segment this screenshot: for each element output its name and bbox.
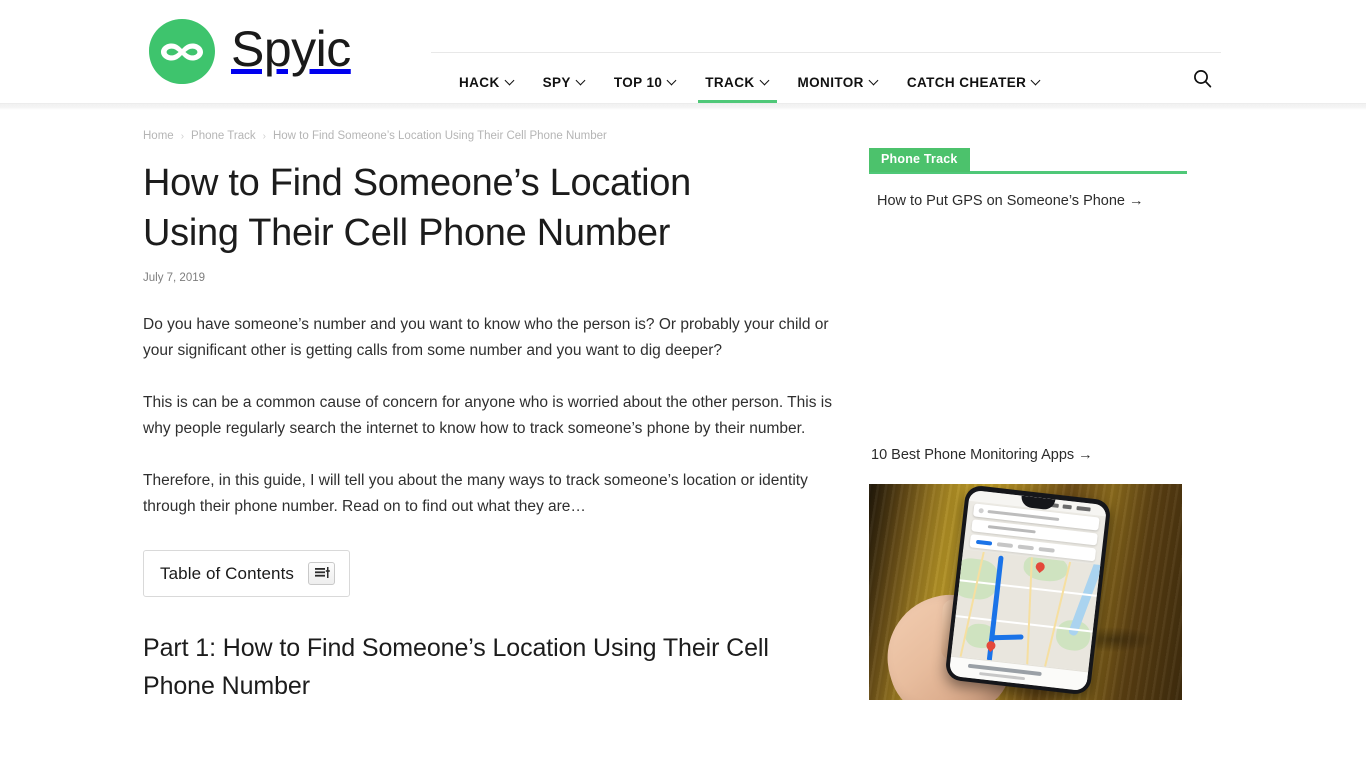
section-heading-part-1: Part 1: How to Find Someone’s Location U…: [143, 634, 769, 700]
breadcrumb: Home › Phone Track › How to Find Someone…: [143, 128, 837, 144]
chevron-down-icon: [506, 77, 515, 86]
breadcrumb-home[interactable]: Home: [143, 130, 174, 142]
main-nav: HACK SPY TOP 10 TRACK MONITOR CATCH CHEA…: [445, 62, 1055, 103]
breadcrumb-category[interactable]: Phone Track: [191, 130, 256, 142]
search-icon: [1193, 69, 1212, 93]
chevron-down-icon: [761, 77, 770, 86]
route-line: [989, 634, 1024, 641]
page-body: Home › Phone Track › How to Find Someone…: [143, 110, 1223, 705]
map-canvas: [951, 549, 1101, 672]
nav-item-label: CATCH CHEATER: [906, 74, 1027, 90]
table-of-contents-box: Table of Contents: [143, 550, 351, 597]
brand-name: Spyic: [231, 20, 351, 77]
smartphone-device: [944, 484, 1112, 696]
nav-item-label: TRACK: [705, 74, 755, 90]
page-title: How to Find Someone’s Location Using The…: [143, 162, 691, 254]
breadcrumb-separator-icon: ›: [180, 130, 185, 142]
header-right: HACK SPY TOP 10 TRACK MONITOR CATCH CHEA…: [431, 0, 1223, 103]
chevron-down-icon: [668, 77, 677, 86]
site-header: Spyic HACK SPY TOP 10 TRACK MONITOR CATC…: [0, 0, 1366, 103]
nav-item-spy[interactable]: SPY: [529, 62, 600, 103]
header-bottom-shadow: [0, 103, 1366, 110]
nav-item-hack[interactable]: HACK: [445, 62, 529, 103]
sidebar-widget-title: Phone Track: [869, 148, 970, 172]
nav-item-top-10[interactable]: TOP 10: [600, 62, 691, 103]
toc-list-toggle-icon[interactable]: [308, 562, 336, 585]
article-column: Home › Phone Track › How to Find Someone…: [143, 128, 857, 705]
publish-date: July 7, 2019: [143, 272, 206, 284]
search-button[interactable]: [1187, 66, 1217, 96]
sidebar-link-monitoring-apps[interactable]: 10 Best Phone Monitoring Apps →: [869, 444, 1187, 466]
table-of-contents-label: Table of Contents: [160, 564, 295, 583]
chevron-down-icon: [1032, 77, 1041, 86]
breadcrumb-separator-icon: ›: [262, 130, 266, 142]
sidebar: Phone Track How to Put GPS on Someone’s …: [857, 128, 1187, 700]
article-paragraph: Therefore, in this guide, I will tell yo…: [143, 472, 808, 515]
breadcrumb-current: How to Find Someone’s Location Using The…: [272, 130, 607, 142]
sidebar-link-gps[interactable]: How to Put GPS on Someone’s Phone →: [869, 174, 1187, 212]
nav-item-label: TOP 10: [613, 74, 663, 90]
chevron-down-icon: [870, 77, 879, 86]
nav-item-track[interactable]: TRACK: [691, 62, 783, 103]
article-paragraph: This is can be a common cause of concern…: [143, 394, 832, 437]
nav-item-label: SPY: [542, 74, 571, 90]
phone-screen: [948, 489, 1108, 692]
header-divider: [431, 52, 1221, 53]
sidebar-article-image[interactable]: [869, 484, 1182, 700]
nav-item-label: MONITOR: [797, 74, 864, 90]
sidebar-widget-header: Phone Track: [869, 148, 1187, 174]
article-paragraph: Do you have someone’s number and you wan…: [143, 316, 829, 359]
site-logo-link[interactable]: Spyic: [143, 9, 351, 94]
chevron-down-icon: [577, 77, 586, 86]
nav-item-monitor[interactable]: MONITOR: [784, 62, 893, 103]
sidebar-ad-slot: [869, 212, 1187, 444]
nav-item-label: HACK: [459, 74, 500, 90]
nav-item-catch-cheater[interactable]: CATCH CHEATER: [893, 62, 1055, 103]
infinity-mask-logo-icon: [143, 13, 221, 91]
header-inner: Spyic HACK SPY TOP 10 TRACK MONITOR CATC…: [143, 0, 1223, 103]
